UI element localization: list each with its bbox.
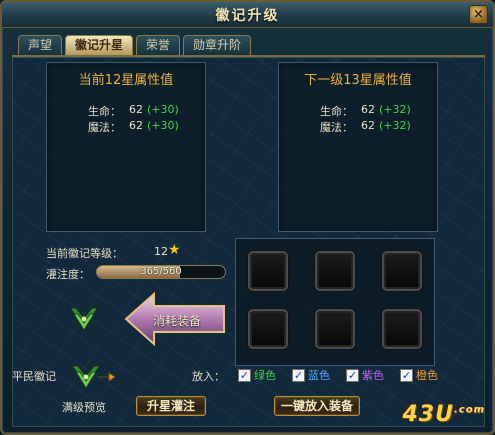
consume-equipment-label: 消耗装备: [152, 314, 201, 328]
logo-text: 43U: [402, 402, 454, 427]
stat-value: 62: [361, 103, 375, 116]
star-icon: ★: [168, 242, 181, 258]
current-stat-hp: 生命： 62 (+30): [47, 103, 205, 119]
equipment-slot[interactable]: [315, 309, 355, 349]
filter-blue-label: 蓝色: [308, 369, 330, 382]
stat-label: 魔法：: [88, 121, 121, 134]
equipment-slot[interactable]: [382, 309, 422, 349]
next-stats-title: 下一级13星属性值: [304, 73, 412, 88]
equipment-slot[interactable]: [315, 251, 355, 291]
stat-label: 生命：: [320, 105, 353, 118]
stat-bonus: (+32): [379, 103, 411, 116]
current-stats-title: 当前12星属性值: [78, 73, 174, 88]
infusion-label: 灌注度：: [46, 268, 90, 281]
tab-emblem-star-up[interactable]: 徽记升星: [65, 35, 134, 55]
emblem-level-value: 12: [154, 245, 168, 258]
current-stat-mp: 魔法： 62 (+30): [47, 119, 205, 135]
tab-reputation[interactable]: 声望: [18, 35, 63, 55]
civilian-emblem-label: 平民徽记: [12, 370, 56, 383]
filter-orange[interactable]: ✓ 橙色: [400, 367, 438, 383]
window-title: 徽记升级: [215, 7, 280, 24]
emblem-upgrade-window: 徽记升级 × 声望 徽记升星 荣誉 勋章升阶 当前12星属性值 生命： 62 (…: [0, 0, 495, 435]
tab-medal-rank-up[interactable]: 勋章升阶: [183, 35, 252, 55]
stat-label: 魔法：: [320, 121, 353, 134]
infusion-progress-bar: 365/560: [96, 265, 226, 279]
infusion-progress-text: 365/560: [140, 266, 182, 277]
filter-green[interactable]: ✓ 绿色: [238, 367, 276, 383]
stat-label: 生命：: [88, 105, 121, 118]
next-stat-hp: 生命： 62 (+32): [279, 103, 437, 119]
title-bar[interactable]: 徽记升级: [2, 2, 493, 28]
one-click-put-in-button[interactable]: 一键放入装备: [274, 396, 360, 416]
star-up-infuse-button[interactable]: 升星灌注: [136, 396, 206, 416]
equipment-slot[interactable]: [248, 309, 288, 349]
stat-value: 62: [361, 119, 375, 132]
logo-suffix: .com: [453, 404, 485, 416]
checkbox-green[interactable]: ✓: [238, 368, 251, 382]
equipment-slot-grid: [235, 238, 435, 366]
upgrade-arrow-icon: [99, 372, 116, 382]
equipment-slot[interactable]: [248, 251, 288, 291]
stat-value: 62: [129, 103, 143, 116]
stat-bonus: (+30): [147, 119, 179, 132]
equipment-slot[interactable]: [382, 251, 422, 291]
close-button[interactable]: ×: [469, 5, 488, 24]
tab-bar: 声望 徽记升星 荣誉 勋章升阶: [18, 35, 252, 55]
max-level-preview-link[interactable]: 满级预览: [62, 399, 106, 415]
emblem-icon[interactable]: [68, 304, 100, 332]
next-stat-mp: 魔法： 62 (+32): [279, 119, 437, 135]
site-logo: 43U.com: [402, 402, 485, 427]
checkbox-purple[interactable]: ✓: [346, 368, 359, 382]
checkbox-blue[interactable]: ✓: [292, 368, 305, 382]
stat-bonus: (+32): [379, 119, 411, 132]
next-stats-panel: 下一级13星属性值 生命： 62 (+32) 魔法： 62 (+32): [278, 62, 438, 232]
filter-orange-label: 橙色: [416, 369, 438, 382]
stat-bonus: (+30): [147, 103, 179, 116]
filter-green-label: 绿色: [254, 369, 276, 382]
current-stats-panel: 当前12星属性值 生命： 62 (+30) 魔法： 62 (+30): [46, 62, 206, 232]
checkbox-orange[interactable]: ✓: [400, 368, 413, 382]
filter-purple-label: 紫色: [362, 369, 384, 382]
put-in-label: 放入：: [192, 370, 225, 383]
filter-blue[interactable]: ✓ 蓝色: [292, 367, 330, 383]
emblem-level-label: 当前徽记等级：: [46, 247, 123, 260]
stat-value: 62: [129, 119, 143, 132]
tab-honor[interactable]: 荣誉: [136, 35, 181, 55]
filter-purple[interactable]: ✓ 紫色: [346, 367, 384, 383]
